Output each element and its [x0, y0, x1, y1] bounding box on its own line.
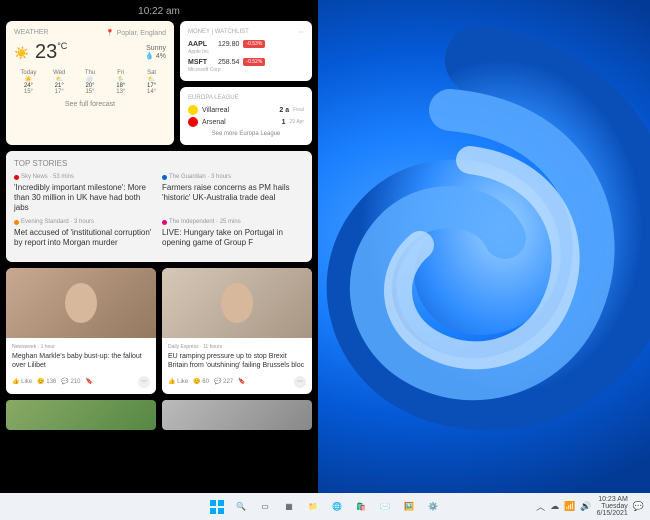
- stock-row[interactable]: AAPL 129.80 -0.53%: [188, 40, 304, 48]
- story-item[interactable]: The Guardian · 3 hours Farmers raise con…: [162, 174, 304, 213]
- weather-link[interactable]: See full forecast: [14, 101, 166, 108]
- widgets-panel[interactable]: 10:22 am WEATHER 📍 Poplar, England ☀️ 23…: [0, 0, 318, 493]
- reactions-count[interactable]: 😊 60: [193, 378, 209, 385]
- weather-condition: Sunny💧 4%: [145, 45, 166, 60]
- story-item[interactable]: Evening Standard · 3 hours Met accused o…: [14, 219, 156, 248]
- source-dot-icon: [14, 175, 19, 180]
- sun-icon: ☀️: [14, 46, 29, 60]
- weather-card[interactable]: WEATHER 📍 Poplar, England ☀️ 23°C Sunny💧…: [6, 21, 174, 145]
- match-row: Arsenal 1 29 Apr: [188, 117, 304, 127]
- forecast-row: Today☀️24°15° Wed⛅21°17° Thu🌧️20°15° Fri…: [14, 70, 166, 95]
- weather-location: 📍 Poplar, England: [106, 29, 166, 37]
- widgets-icon[interactable]: ▦: [281, 499, 297, 515]
- comments-count[interactable]: 💬 210: [61, 378, 80, 385]
- like-button[interactable]: 👍 Like: [12, 378, 32, 385]
- wallpaper-bloom: [270, 20, 650, 460]
- tray-chevron-icon[interactable]: ︿: [536, 500, 545, 513]
- notifications-icon[interactable]: 💬: [633, 501, 644, 512]
- taskbar[interactable]: 🔍 ▭ ▦ 📁 🌐 🛍️ ✉️ 🖼️ ⚙️ ︿ ☁ 📶 🔊 10:23 AM T…: [0, 493, 650, 520]
- settings-icon[interactable]: ⚙️: [425, 499, 441, 515]
- news-image: [6, 268, 156, 338]
- money-card[interactable]: MONEY | WATCHLIST⋯ AAPL 129.80 -0.53% Ap…: [180, 21, 312, 81]
- edge-icon[interactable]: 🌐: [329, 499, 345, 515]
- volume-icon[interactable]: 🔊: [580, 501, 591, 512]
- widgets-clock: 10:22 am: [6, 6, 312, 17]
- weather-label: WEATHER: [14, 29, 48, 37]
- story-item[interactable]: Sky News · 53 mins 'Incredibly important…: [14, 174, 156, 213]
- stock-row[interactable]: MSFT 258.54 -0.52%: [188, 58, 304, 66]
- top-stories-label: TOP STORIES: [14, 159, 304, 168]
- team-crest-icon: [188, 117, 198, 127]
- save-icon[interactable]: 🔖: [238, 378, 245, 385]
- save-icon[interactable]: 🔖: [85, 378, 92, 385]
- sports-link[interactable]: See more Europa League: [188, 131, 304, 137]
- taskview-icon[interactable]: ▭: [257, 499, 273, 515]
- match-row: Villarreal 2 a Final: [188, 105, 304, 115]
- source-dot-icon: [162, 220, 167, 225]
- onedrive-icon[interactable]: ☁: [550, 501, 559, 512]
- comments-count[interactable]: 💬 227: [214, 378, 233, 385]
- story-item[interactable]: The Independent · 25 mins LIVE: Hungary …: [162, 219, 304, 248]
- store-icon[interactable]: 🛍️: [353, 499, 369, 515]
- news-thumb[interactable]: [6, 400, 156, 430]
- more-icon[interactable]: ⋯: [138, 376, 150, 388]
- reactions-count[interactable]: 😊 136: [37, 378, 56, 385]
- sports-card[interactable]: EUROPA LEAGUE Villarreal 2 a Final Arsen…: [180, 87, 312, 145]
- more-icon[interactable]: ⋯: [298, 29, 304, 36]
- team-crest-icon: [188, 105, 198, 115]
- taskbar-clock[interactable]: 10:23 AM Tuesday 6/15/2021: [597, 496, 628, 517]
- source-dot-icon: [162, 175, 167, 180]
- search-icon[interactable]: 🔍: [233, 499, 249, 515]
- wifi-icon[interactable]: 📶: [564, 501, 575, 512]
- photos-icon[interactable]: 🖼️: [401, 499, 417, 515]
- news-image: [162, 268, 312, 338]
- news-thumb[interactable]: [162, 400, 312, 430]
- more-icon[interactable]: ⋯: [294, 376, 306, 388]
- weather-temp: 23°C: [35, 41, 67, 64]
- source-dot-icon: [14, 220, 19, 225]
- start-button[interactable]: [209, 499, 225, 515]
- mail-icon[interactable]: ✉️: [377, 499, 393, 515]
- taskbar-center: 🔍 ▭ ▦ 📁 🌐 🛍️ ✉️ 🖼️ ⚙️: [209, 499, 441, 515]
- like-button[interactable]: 👍 Like: [168, 378, 188, 385]
- news-card[interactable]: Daily Express · 11 hours EU ramping pres…: [162, 268, 312, 394]
- news-card[interactable]: Newsweek · 1 hour Meghan Markle's baby b…: [6, 268, 156, 394]
- top-stories-card[interactable]: TOP STORIES Sky News · 53 mins 'Incredib…: [6, 151, 312, 262]
- explorer-icon[interactable]: 📁: [305, 499, 321, 515]
